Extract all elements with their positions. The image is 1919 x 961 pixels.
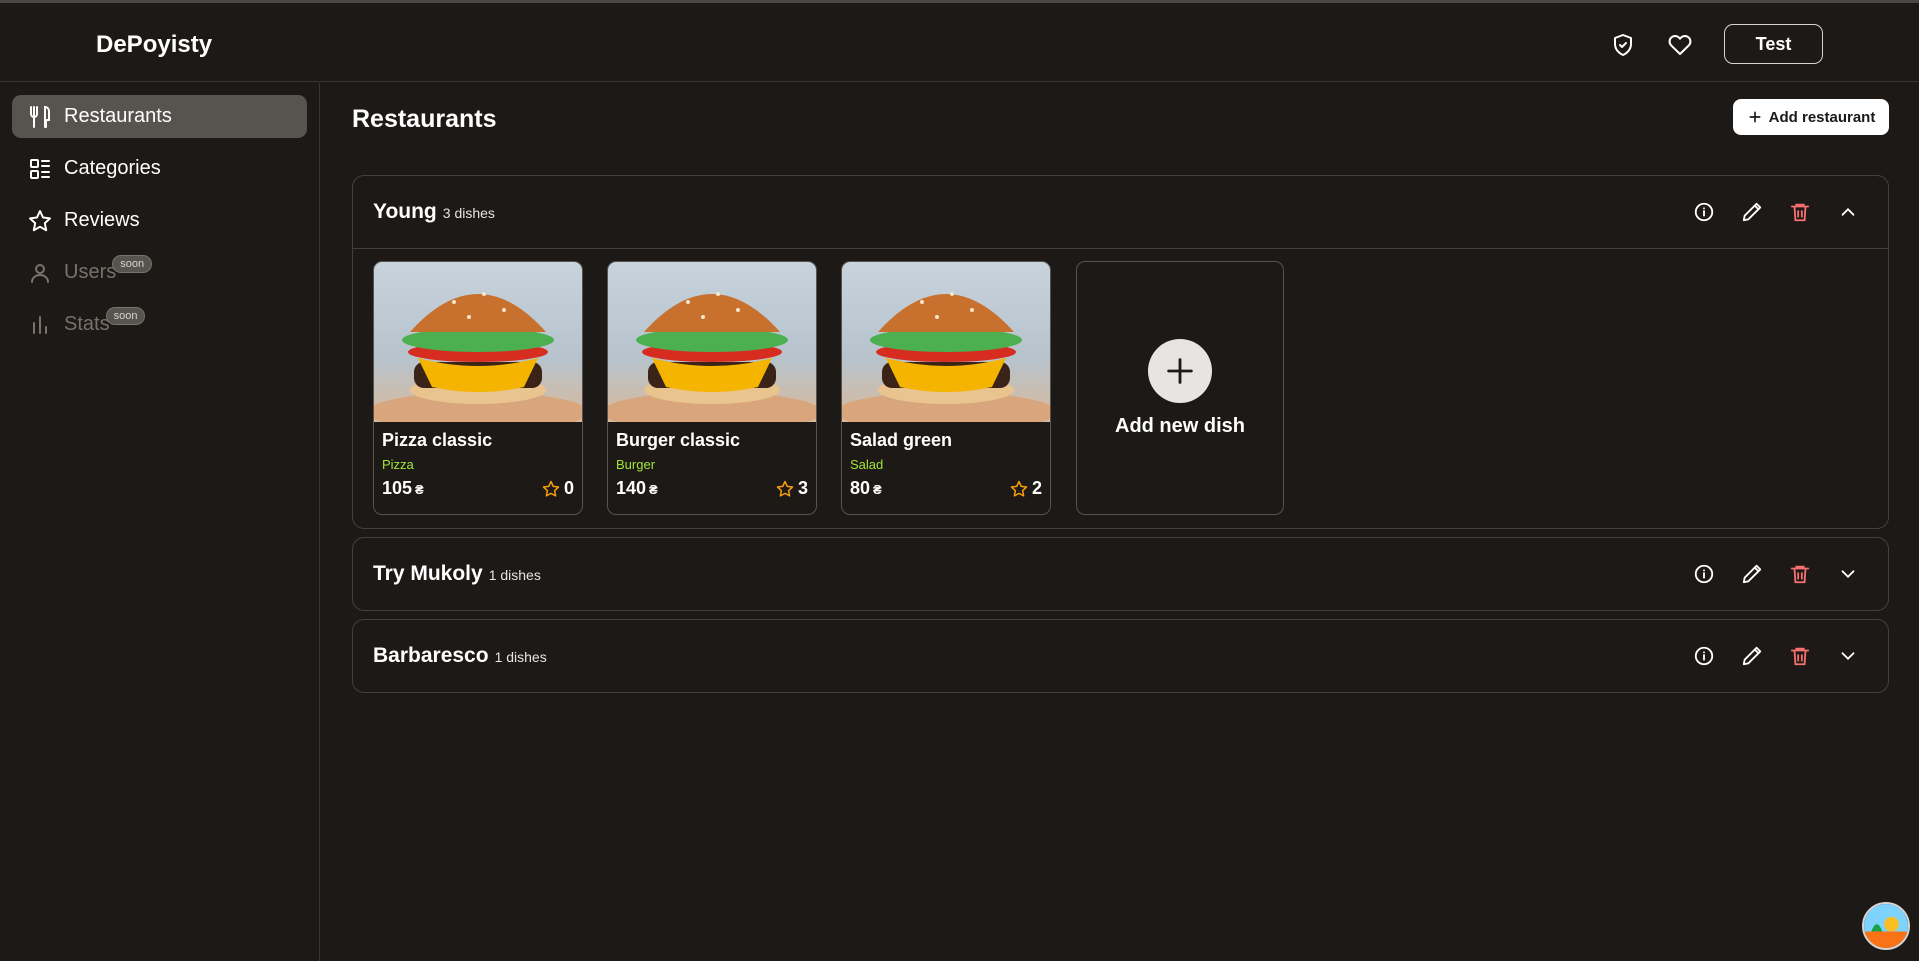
currency-symbol: ₴ — [649, 482, 658, 497]
add-restaurant-label: Add restaurant — [1768, 108, 1876, 126]
dish-name: Pizza classic — [382, 430, 493, 450]
assistant-avatar[interactable] — [1862, 902, 1910, 950]
dish-card[interactable]: Burger classic Burger 140 ₴ 3 — [607, 261, 817, 515]
dish-rating: 2 — [1010, 478, 1042, 499]
trash-icon[interactable] — [1776, 556, 1824, 592]
dish-price: 80 ₴ — [850, 478, 882, 499]
sidebar-item-categories[interactable]: Categories — [12, 147, 307, 190]
dish-meta: 140 ₴ 3 — [616, 478, 808, 499]
dish-image — [608, 262, 816, 422]
restaurant-panel: Young 3 dishes Pizza classic Pizza 105 ₴… — [352, 175, 1889, 529]
sidebar-item-label: Restaurants — [64, 105, 172, 127]
restaurant-name: Try Mukoly — [373, 562, 483, 585]
restaurant-name: Young — [373, 200, 437, 223]
shield-check-icon[interactable] — [1609, 31, 1637, 59]
bar-chart-icon — [28, 313, 52, 337]
dish-card[interactable]: Pizza classic Pizza 105 ₴ 0 — [373, 261, 583, 515]
info-icon[interactable] — [1680, 638, 1728, 674]
dish-meta: 80 ₴ 2 — [850, 478, 1042, 499]
dish-rating: 3 — [776, 478, 808, 499]
restaurant-name: Barbaresco — [373, 644, 489, 667]
rating-value: 2 — [1031, 478, 1042, 498]
sidebar-item-label: Users — [64, 261, 117, 283]
sidebar-item-label: Stats — [64, 313, 110, 335]
sidebar-item-users: Users soon — [12, 251, 307, 294]
restaurant-name-wrap: Young 3 dishes — [373, 200, 495, 224]
dish-count: 1 dishes — [494, 649, 547, 665]
trash-icon[interactable] — [1776, 638, 1824, 674]
user-icon — [28, 261, 52, 285]
dish-grid: Pizza classic Pizza 105 ₴ 0 Burger class… — [353, 248, 1888, 528]
star-icon — [542, 480, 560, 497]
star-icon — [776, 480, 794, 497]
restaurant-name-wrap: Barbaresco 1 dishes — [373, 644, 547, 668]
dish-rating: 0 — [542, 478, 574, 499]
restaurant-header[interactable]: Try Mukoly 1 dishes — [353, 538, 1888, 610]
app-logo[interactable]: DePoyisty — [96, 31, 212, 59]
dish-info: Salad green Salad 80 ₴ 2 — [850, 430, 1042, 499]
restaurant-name-wrap: Try Mukoly 1 dishes — [373, 562, 541, 586]
dish-meta: 105 ₴ 0 — [382, 478, 574, 499]
price-value: 80 — [850, 478, 871, 498]
edit-pencil-icon[interactable] — [1728, 556, 1776, 592]
dish-image — [842, 262, 1050, 422]
sidebar: Restaurants Categories Reviews Users soo… — [0, 83, 320, 961]
sidebar-item-stats: Stats soon — [12, 303, 307, 346]
dish-info: Burger classic Burger 140 ₴ 3 — [616, 430, 808, 499]
chevron-down-icon[interactable] — [1824, 556, 1872, 592]
price-value: 140 — [616, 478, 647, 498]
plus-icon — [1148, 338, 1212, 403]
star-icon — [1010, 480, 1028, 497]
dish-card[interactable]: Salad green Salad 80 ₴ 2 — [841, 261, 1051, 515]
info-icon[interactable] — [1680, 556, 1728, 592]
add-restaurant-button[interactable]: Add restaurant — [1733, 99, 1889, 135]
edit-pencil-icon[interactable] — [1728, 194, 1776, 230]
dish-image — [374, 262, 582, 422]
sidebar-item-label: Categories — [64, 157, 161, 179]
restaurant-panel: Barbaresco 1 dishes — [352, 619, 1889, 693]
currency-symbol: ₴ — [415, 482, 424, 497]
dish-count: 1 dishes — [488, 567, 541, 583]
dish-name: Burger classic — [616, 430, 741, 450]
list-icon — [28, 157, 52, 181]
edit-pencil-icon[interactable] — [1728, 638, 1776, 674]
chevron-up-icon[interactable] — [1824, 194, 1872, 230]
user-account-button[interactable]: Test — [1724, 24, 1823, 64]
rating-value: 0 — [563, 478, 574, 498]
restaurant-actions — [1680, 194, 1888, 230]
top-header: DePoyisty Test — [0, 3, 1919, 82]
add-dish-label: Add new dish — [1115, 414, 1245, 437]
trash-icon[interactable] — [1776, 194, 1824, 230]
soon-badge: soon — [105, 306, 146, 325]
page-title: Restaurants — [352, 105, 497, 133]
dish-price: 140 ₴ — [616, 478, 658, 499]
sidebar-item-restaurants[interactable]: Restaurants — [12, 95, 307, 138]
star-icon — [28, 209, 52, 233]
sidebar-item-reviews[interactable]: Reviews — [12, 199, 307, 242]
rating-value: 3 — [797, 478, 808, 498]
dish-count: 3 dishes — [442, 205, 495, 221]
restaurant-panel: Try Mukoly 1 dishes — [352, 537, 1889, 611]
add-dish-button[interactable]: Add new dish — [1076, 261, 1284, 515]
sidebar-item-label: Reviews — [64, 209, 140, 231]
plus-icon — [1749, 111, 1761, 123]
currency-symbol: ₴ — [873, 482, 882, 497]
soon-badge: soon — [112, 254, 153, 273]
chevron-down-icon[interactable] — [1824, 638, 1872, 674]
restaurant-header[interactable]: Young 3 dishes — [353, 176, 1888, 248]
price-value: 105 — [382, 478, 413, 498]
restaurant-actions — [1680, 638, 1888, 674]
restaurant-header[interactable]: Barbaresco 1 dishes — [353, 620, 1888, 692]
restaurant-actions — [1680, 556, 1888, 592]
info-icon[interactable] — [1680, 194, 1728, 230]
utensils-icon — [28, 105, 52, 129]
dish-category: Pizza — [382, 457, 414, 472]
dish-name: Salad green — [850, 430, 953, 450]
heart-icon[interactable] — [1666, 31, 1694, 59]
dish-price: 105 ₴ — [382, 478, 424, 499]
dish-category: Burger — [616, 457, 656, 472]
dish-info: Pizza classic Pizza 105 ₴ 0 — [382, 430, 574, 499]
dish-category: Salad — [850, 457, 884, 472]
